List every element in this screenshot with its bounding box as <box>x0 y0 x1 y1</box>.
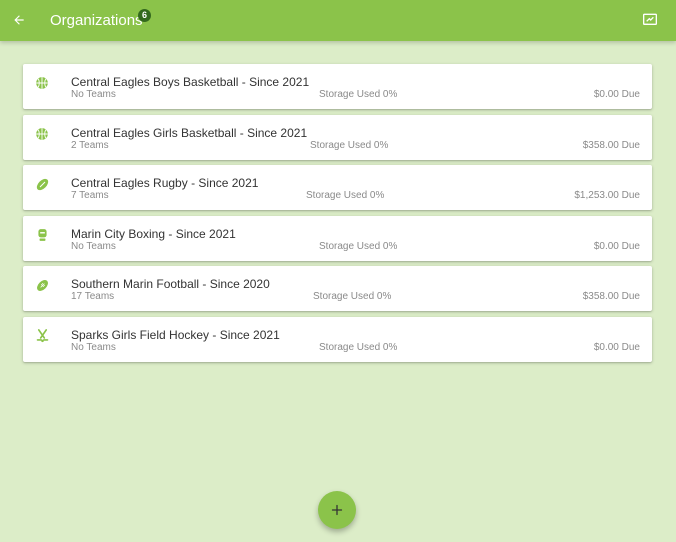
organization-due: $0.00 Due <box>593 341 640 353</box>
organization-storage: Storage Used 0% <box>306 190 385 202</box>
field-hockey-icon <box>34 328 50 344</box>
basketball-icon <box>34 126 50 142</box>
organization-card[interactable]: Sparks Girls Field Hockey - Since 2021 N… <box>23 316 652 362</box>
organization-teams: No Teams <box>71 341 116 353</box>
organization-teams: 7 Teams <box>71 190 109 202</box>
organization-name: Central Eagles Boys Basketball - Since 2… <box>71 75 310 89</box>
organization-teams: No Teams <box>71 240 116 252</box>
organization-teams: No Teams <box>71 89 116 100</box>
organization-storage: Storage Used 0% <box>319 89 398 100</box>
organization-teams: 2 Teams <box>71 139 109 151</box>
feedback-icon <box>643 13 657 25</box>
organization-name: Sparks Girls Field Hockey - Since 2021 <box>71 327 280 342</box>
rugby-ball-icon <box>34 176 50 192</box>
organization-due: $1,253.00 Due <box>574 190 640 202</box>
plus-icon <box>331 504 343 516</box>
page-title: Organizations <box>50 12 143 29</box>
organization-teams: 17 Teams <box>71 291 115 303</box>
add-organization-button[interactable] <box>318 491 356 529</box>
organization-card[interactable]: Central Eagles Girls Basketball - Since … <box>23 114 652 160</box>
organization-storage: Storage Used 0% <box>310 139 389 151</box>
organization-due: $358.00 Due <box>582 139 640 151</box>
arrow-left-icon <box>14 15 24 25</box>
organization-name: Central Eagles Girls Basketball - Since … <box>71 125 308 140</box>
feedback-button[interactable] <box>641 11 659 29</box>
organization-storage: Storage Used 0% <box>313 291 392 303</box>
organization-card[interactable]: Central Eagles Boys Basketball - Since 2… <box>23 64 652 109</box>
organization-name: Marin City Boxing - Since 2021 <box>71 226 236 241</box>
boxing-glove-icon <box>34 227 50 243</box>
count-badge: 6 <box>138 9 151 22</box>
organization-due: $0.00 Due <box>593 89 640 100</box>
organization-card[interactable]: Marin City Boxing - Since 2021 No Teams … <box>23 215 652 261</box>
organization-name: Southern Marin Football - Since 2020 <box>71 277 270 292</box>
app-bar: Organizations 6 <box>0 0 676 41</box>
organization-due: $358.00 Due <box>582 291 640 303</box>
back-button[interactable] <box>9 10 29 30</box>
football-icon <box>34 277 50 293</box>
organization-due: $0.00 Due <box>593 240 640 252</box>
organization-storage: Storage Used 0% <box>319 240 398 252</box>
organization-card[interactable]: Central Eagles Rugby - Since 2021 7 Team… <box>23 165 652 211</box>
organization-storage: Storage Used 0% <box>319 341 398 353</box>
organization-name: Central Eagles Rugby - Since 2021 <box>71 176 259 191</box>
basketball-icon <box>34 75 50 91</box>
organization-list: Central Eagles Boys Basketball - Since 2… <box>23 64 652 368</box>
organization-card[interactable]: Southern Marin Football - Since 2020 17 … <box>23 266 652 312</box>
